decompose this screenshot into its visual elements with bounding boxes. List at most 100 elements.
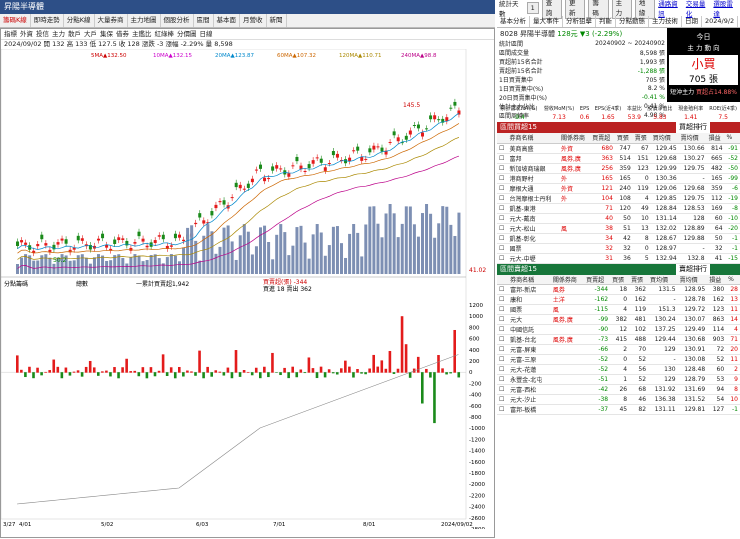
cell: 40: [590, 213, 615, 224]
tab-8[interactable]: 月營收: [240, 14, 267, 27]
tab-7[interactable]: 基本面: [214, 14, 241, 27]
table-row[interactable]: ☐ 元大-花蓮 -52 4 56 130 128.48 60 2: [497, 364, 740, 375]
table-row[interactable]: ☐ 富邦 風券,廣 363 514 151 129.68 130.27 665 -52: [497, 153, 740, 164]
table-row[interactable]: ☐ 元富-三原 -52 0 52-130.08 52 11: [497, 354, 740, 365]
tab-1[interactable]: 即時走勢: [31, 14, 64, 27]
row-checkbox[interactable]: ☐: [497, 404, 509, 415]
right-tab-2[interactable]: 分析狙擊: [563, 16, 596, 27]
table-row[interactable]: ☐ 凱基-台北 風券,廣 -73 415 488 129.44 130.68 903 71: [497, 334, 740, 345]
chip-bar: [149, 367, 153, 373]
table-row[interactable]: ☐ 台灣摩根士丹利外 104 108 4 129.85 129.75 112 -19: [497, 193, 740, 204]
table-row[interactable]: ☐ 元大-戴南 40 50 10 131.14 128 60 -10: [497, 213, 740, 224]
cell: 14: [726, 314, 740, 325]
right-tab-0[interactable]: 基本分析: [497, 16, 530, 27]
toolbar-item-5[interactable]: 大戶: [84, 29, 97, 39]
row-checkbox[interactable]: ☐: [497, 183, 508, 194]
toolbar-item-10[interactable]: 分價圖: [177, 29, 197, 39]
y-tick: -1600: [469, 460, 485, 466]
toolbar-item-6[interactable]: 集保: [100, 29, 113, 39]
cell: 風: [558, 223, 591, 234]
table-row[interactable]: ☐ 國票 32 32 0 128.97-32 -1: [497, 243, 740, 254]
toolbar-item-11[interactable]: 日線: [200, 29, 213, 39]
right-tab-4[interactable]: 分點動態: [616, 16, 649, 27]
cell: 123: [707, 304, 727, 315]
volume-bar: [319, 232, 323, 274]
toolbar-item-3[interactable]: 主力: [52, 29, 65, 39]
row-checkbox[interactable]: ☐: [497, 173, 508, 184]
row-checkbox[interactable]: ☐: [497, 354, 509, 365]
row-checkbox[interactable]: ☐: [497, 314, 509, 325]
toolbar-item-2[interactable]: 投信: [36, 29, 49, 39]
row-checkbox[interactable]: ☐: [497, 233, 508, 244]
tab-5[interactable]: 個股分析: [161, 14, 194, 27]
row-checkbox[interactable]: ☐: [497, 294, 509, 305]
toolbar-item-9[interactable]: 紅綠棒: [155, 29, 175, 39]
table-row[interactable]: ☐ 元大-汐止 -38 8 46 136.38 131.52 54 10: [497, 394, 740, 405]
toolbar-item-0[interactable]: 指標: [4, 29, 17, 39]
table-row[interactable]: ☐ 美商高盛 外資 680 747 67 129.45 130.66 814 -91: [497, 143, 740, 154]
table-row[interactable]: ☐ 富邦-板橋 -37 45 82 131.11 129.81 127 -1: [497, 404, 740, 415]
row-checkbox[interactable]: ☐: [497, 304, 509, 315]
row-checkbox[interactable]: ☐: [497, 153, 508, 164]
cell: 38: [590, 223, 615, 234]
table-row[interactable]: ☐ 元大-松山風 38 51 13 132.02 128.89 64 -20: [497, 223, 740, 234]
table-row[interactable]: ☐ 元富-屏東 -66 2 70 129 130.91 72 20: [497, 344, 740, 355]
table-row[interactable]: ☐ 元富-西松 -42 26 68 131.92 131.69 94 8: [497, 384, 740, 395]
table-row[interactable]: ☐ 元大 風券,廣 -99 382 481 130.24 130.07 863 14: [497, 314, 740, 325]
cell: 131.11: [648, 404, 678, 415]
table-row[interactable]: ☐ 港商野村外 165 165 0 130.36-165 -99: [497, 173, 740, 184]
table-row[interactable]: ☐ 凱基-彰化 34 42 8 128.67 129.88 50 -1: [497, 233, 740, 244]
chip-bar: [299, 369, 303, 373]
table-row[interactable]: ☐ 國票風 -115 4 119 151.3 129.72 123 11: [497, 304, 740, 315]
table-row[interactable]: ☐ 摩根大通 外資 121 240 119 129.06 129.68 359 -6: [497, 183, 740, 194]
cell: -: [678, 173, 707, 184]
cell: -99: [584, 314, 611, 325]
row-checkbox[interactable]: ☐: [497, 213, 508, 224]
volume-bar: [36, 260, 40, 274]
row-checkbox[interactable]: ☐: [497, 193, 508, 204]
table-row[interactable]: ☐ 富邦-新店 風券 -344 18 362 131.5 128.95 380 28: [497, 284, 740, 295]
row-checkbox[interactable]: ☐: [497, 394, 509, 405]
table-row[interactable]: ☐ 元大-中壢 31 36 5 132.94 132.8 41 -15: [497, 253, 740, 264]
volume-bar: [198, 260, 202, 274]
row-checkbox[interactable]: ☐: [497, 324, 509, 335]
table-row[interactable]: ☐ 永豐金-北屯 -51 1 52 129 128.79 53 9: [497, 374, 740, 385]
row-checkbox[interactable]: ☐: [497, 384, 509, 395]
right-tab-5[interactable]: 主力技術: [649, 16, 682, 27]
row-checkbox[interactable]: ☐: [497, 374, 509, 385]
y-tick: 0: [469, 370, 473, 376]
right-tab-1[interactable]: 量大事件: [530, 16, 563, 27]
row-checkbox[interactable]: ☐: [497, 334, 509, 345]
row-checkbox[interactable]: ☐: [497, 163, 508, 174]
stats-val: 20240902 ~ 20240902: [595, 40, 665, 47]
row-checkbox[interactable]: ☐: [497, 253, 508, 264]
table-row[interactable]: ☐ 新加坡商瑞銀 風券,廣 256 359 123 129.99 129.75 482 -50: [497, 163, 740, 174]
price-chart-svg[interactable]: 5MA▲132.50 10MA▲132.15 20MA▲123.87 60MA▲107…: [0, 48, 494, 536]
toolbar-item-8[interactable]: 主鑑比: [132, 29, 152, 39]
tab-0[interactable]: 籌碼K線: [0, 14, 31, 27]
tab-2[interactable]: 分點K線: [64, 14, 95, 27]
toolbar-item-7[interactable]: 借券: [116, 29, 129, 39]
tab-4[interactable]: 主力地圖: [128, 14, 161, 27]
days-value[interactable]: 1: [526, 2, 539, 14]
row-checkbox[interactable]: ☐: [497, 364, 509, 375]
row-checkbox[interactable]: ☐: [497, 284, 509, 295]
tab-9[interactable]: 新聞: [267, 14, 287, 27]
chips-btn[interactable]: 總數: [76, 280, 88, 288]
tab-3[interactable]: 大量券商: [95, 14, 128, 27]
row-checkbox[interactable]: ☐: [497, 143, 508, 154]
cell: -20: [724, 223, 740, 234]
row-checkbox[interactable]: ☐: [497, 344, 509, 355]
toolbar-item-1[interactable]: 外資: [20, 29, 33, 39]
tab-6[interactable]: 區間: [194, 14, 214, 27]
table-row[interactable]: ☐ 康和 土洋 -162 0 162-128.78 162 13: [497, 294, 740, 305]
chip-bar: [433, 372, 436, 424]
row-checkbox[interactable]: ☐: [497, 223, 508, 234]
right-tab-3[interactable]: 判斷: [596, 16, 616, 27]
table-row[interactable]: ☐ 中國信託 -90 12 102 137.25 129.49 114 4: [497, 324, 740, 335]
table-row[interactable]: ☐ 凱基-東港 71 120 49 128.84 128.53 169 -8: [497, 203, 740, 214]
row-checkbox[interactable]: ☐: [497, 243, 508, 254]
date-value[interactable]: 2024/9/2: [702, 16, 739, 27]
toolbar-item-4[interactable]: 散戶: [68, 29, 81, 39]
row-checkbox[interactable]: ☐: [497, 203, 508, 214]
